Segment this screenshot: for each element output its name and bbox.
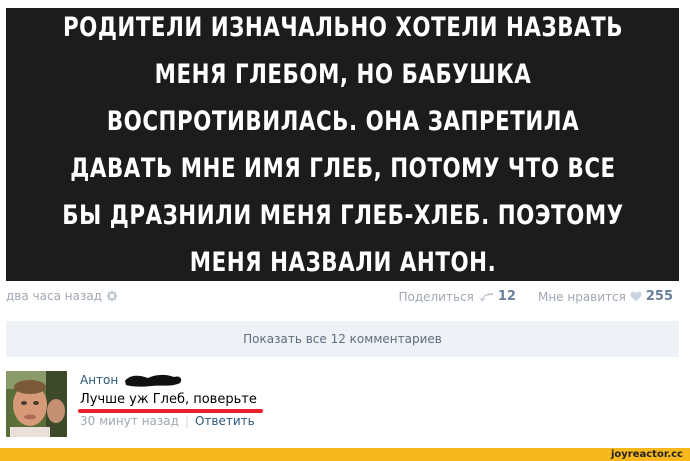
- post-time-group: два часа назад: [6, 289, 118, 303]
- heart-icon[interactable]: [630, 291, 642, 302]
- gear-icon[interactable]: [106, 290, 118, 302]
- comment-item: Антон Лучше уж Глеб, поверьте 30 минут н…: [6, 369, 679, 439]
- comment-author-row: Антон: [80, 371, 257, 389]
- post-time[interactable]: два часа назад: [6, 289, 102, 303]
- watermark-text[interactable]: joyreactor.cc: [611, 448, 683, 461]
- comment-time[interactable]: 30 минут назад: [80, 414, 179, 428]
- show-all-comments-button[interactable]: Показать все 12 комментариев: [6, 321, 679, 357]
- redaction-scribble: [125, 374, 182, 387]
- like-button-label[interactable]: Мне нравится: [538, 290, 626, 304]
- like-count: 255: [645, 289, 673, 304]
- comment-text: Лучше уж Глеб, поверьте: [80, 392, 257, 407]
- red-underline-highlight: [78, 409, 263, 413]
- post-image-text: Родители изначально хотели назвать меня …: [61, 11, 624, 278]
- post-actions: Поделиться 12 Мне нравится 255: [398, 289, 673, 304]
- watermark-bar: joyreactor.cc: [0, 448, 690, 461]
- share-icon[interactable]: [478, 292, 494, 302]
- reply-link[interactable]: Ответить: [195, 414, 255, 428]
- comment-author[interactable]: Антон: [80, 373, 118, 387]
- avatar[interactable]: [6, 371, 67, 437]
- comment-footer: 30 минут назад | Ответить: [80, 414, 257, 428]
- footer-separator: |: [184, 414, 189, 428]
- comment-text-wrap: Лучше уж Глеб, поверьте: [78, 392, 263, 413]
- comment-body: Антон Лучше уж Глеб, поверьте 30 минут н…: [78, 371, 263, 428]
- post-image[interactable]: Родители изначально хотели назвать меня …: [6, 8, 679, 281]
- share-count: 12: [497, 289, 516, 304]
- post-meta-bar: два часа назад Поделиться 12 Мне нравитс…: [6, 289, 679, 307]
- share-button-label[interactable]: Поделиться: [398, 290, 473, 304]
- avatar-photo: [6, 371, 67, 437]
